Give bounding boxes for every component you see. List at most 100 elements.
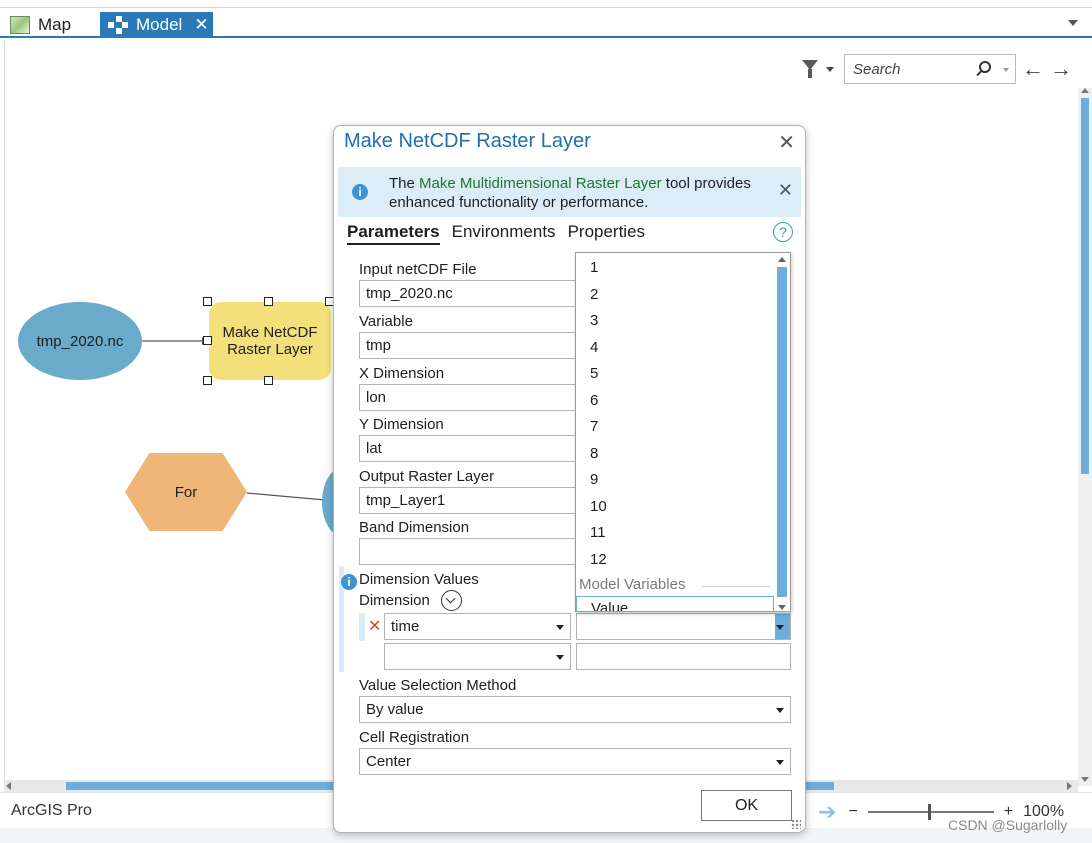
list-item[interactable]: 10 [590,498,607,515]
search-dropdown-icon[interactable] [1003,68,1009,72]
tool-node-label: Make NetCDF Raster Layer [222,324,318,358]
list-item[interactable]: 11 [590,524,606,541]
cell-registration-value: Center [366,753,412,770]
search-input[interactable]: Search [844,54,1016,84]
row1-dimension-value: time [391,618,420,635]
output-layer-label: Output Raster Layer [359,468,495,485]
dropdown-scroll-thumb[interactable] [777,267,787,597]
input-netcdf-value: tmp_2020.nc [366,285,453,302]
value-selection-method-select[interactable]: By value [359,696,791,723]
connector-input-to-tool [142,337,209,345]
selection-handle[interactable] [264,297,273,306]
dialog-title: Make NetCDF Raster Layer [344,130,591,152]
forward-arrow-icon[interactable]: → [1050,58,1072,80]
dialog-close-icon[interactable]: ✕ [778,130,795,155]
chevron-down-icon[interactable] [776,708,784,713]
top-strip [0,0,1092,8]
dimension-values-label: Dimension Values [359,571,479,588]
back-arrow-icon[interactable]: ← [1022,58,1044,80]
info-banner: i The Make Multidimensional Raster Layer… [338,167,801,217]
row1-dimension-select[interactable]: time [384,613,571,640]
scroll-down-icon[interactable] [778,605,786,610]
tab-map[interactable]: Map [6,12,96,38]
row1-value-select[interactable] [576,613,791,640]
chevron-down-icon[interactable] [556,655,564,660]
tab-list-dropdown-icon[interactable] [1068,20,1078,26]
canvas-toolbar: Search ← → [800,53,1072,85]
output-layer-value: tmp_Layer1 [366,492,446,509]
list-item[interactable]: 12 [590,551,607,568]
list-item-highlighted[interactable]: Value [576,596,774,611]
watermark: CSDN @Sugarlolly [948,817,1068,833]
list-item[interactable]: 9 [590,471,598,488]
row-selector[interactable] [359,613,365,641]
x-dimension-label: X Dimension [359,365,445,382]
banner-tool-link[interactable]: Make Multidimensional Raster Layer [419,175,662,192]
resize-grip-icon[interactable] [791,819,801,829]
list-group-header: Model Variables [579,576,771,593]
input-data-node[interactable]: tmp_2020.nc [18,302,142,380]
filter-icon[interactable] [800,58,822,80]
zoom-slider-thumb[interactable] [927,804,931,820]
dropdown-scrollbar[interactable] [776,255,788,610]
dimension-column-label: Dimension [359,592,430,609]
list-item[interactable]: 1 [590,259,598,276]
zoom-out-button[interactable]: − [848,803,857,821]
search-icon[interactable] [979,61,991,73]
tool-node[interactable]: Make NetCDF Raster Layer [209,302,331,380]
tab-properties[interactable]: Properties [568,222,645,245]
band-dimension-label: Band Dimension [359,519,470,536]
pan-arrow-icon[interactable]: ➔ [818,799,836,825]
list-item[interactable]: 5 [590,365,598,382]
row2-value-field[interactable] [576,643,791,670]
tab-model-close-icon[interactable]: ✕ [194,15,208,35]
chevron-down-icon[interactable] [556,625,564,630]
list-item[interactable]: 3 [590,312,598,329]
vertical-scroll-thumb[interactable] [1081,98,1089,474]
zoom-slider[interactable] [867,804,994,820]
variable-value: tmp [366,337,392,354]
scroll-up-icon[interactable] [778,257,786,262]
cell-registration-select[interactable]: Center [359,748,791,775]
list-item[interactable]: 2 [590,286,598,303]
value-selection-method-value: By value [366,701,424,718]
scroll-right-icon[interactable] [1067,782,1072,790]
row2-dimension-select[interactable] [384,643,571,670]
scroll-up-icon[interactable] [1081,88,1089,93]
help-icon[interactable]: ? [773,222,793,242]
list-item[interactable]: 7 [590,418,598,435]
ok-button[interactable]: OK [701,790,792,821]
tab-parameters[interactable]: Parameters [347,222,440,245]
banner-prefix: The [389,175,420,192]
y-dimension-value: lat [366,440,382,457]
dimension-value-dropdown-list[interactable]: 1 2 3 4 5 6 7 8 9 10 11 12 Model Variabl… [575,252,791,612]
scroll-down-icon[interactable] [1081,777,1089,782]
value-selection-method-label: Value Selection Method [359,677,517,694]
chevron-down-icon[interactable] [776,625,784,630]
selection-handle[interactable] [203,336,212,345]
x-dimension-value: lon [366,389,387,406]
list-item[interactable]: 8 [590,445,598,462]
iterator-node[interactable]: For [125,453,247,531]
map-icon [10,16,30,34]
chevron-down-icon[interactable] [776,760,784,765]
canvas-vertical-scrollbar[interactable] [1078,88,1092,786]
model-icon [108,16,128,34]
chevron-down-icon[interactable] [441,590,462,611]
selection-handle[interactable] [203,297,212,306]
dimension-values-info-icon[interactable]: i [341,574,357,590]
list-item[interactable]: 6 [590,392,598,409]
filter-dropdown-icon[interactable] [826,66,834,72]
banner-text: The Make Multidimensional Raster Layer t… [389,174,769,212]
list-item[interactable]: 4 [590,339,598,356]
banner-close-icon[interactable]: ✕ [778,180,793,201]
tab-model[interactable]: Model ✕ [100,12,213,38]
info-icon: i [352,184,368,200]
tab-environments[interactable]: Environments [452,222,556,245]
selection-handle[interactable] [264,376,273,385]
scroll-left-icon[interactable] [6,782,11,790]
remove-row-icon[interactable]: ✕ [368,616,381,636]
cell-registration-label: Cell Registration [359,729,470,746]
selection-handle[interactable] [203,376,212,385]
input-data-node-label: tmp_2020.nc [36,332,124,350]
